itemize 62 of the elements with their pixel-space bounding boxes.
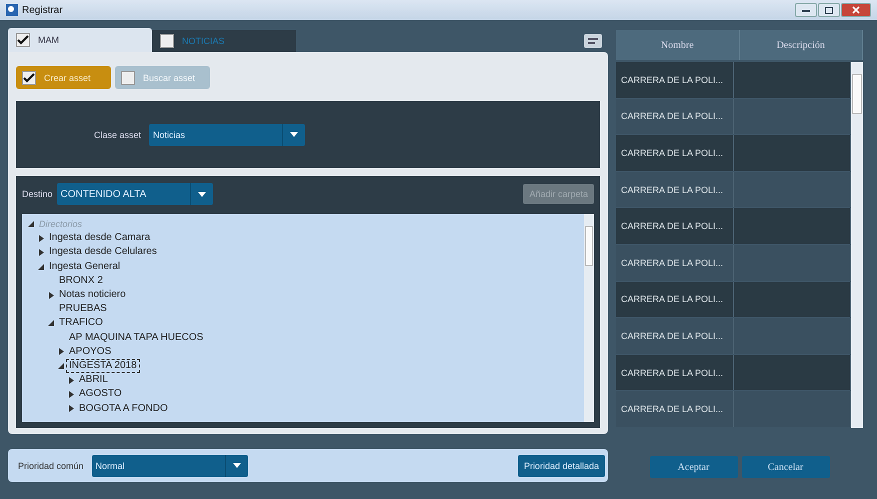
table-cell: CARRERA DE LA POLI... [616,172,734,208]
table-cell: CARRERA DE LA POLI... [616,354,734,390]
maximize-icon [825,6,833,14]
table-cell: CARRERA DE LA POLI... [616,282,734,318]
expand-arrow-icon[interactable] [58,348,64,356]
column-header[interactable]: Descripción [740,30,863,60]
expand-arrow-icon[interactable] [38,248,44,256]
check-icon [23,72,35,82]
app-icon [6,4,18,16]
dropdown-arrow-icon [232,463,241,468]
panel-toggle-icon[interactable] [584,34,602,48]
tree-item[interactable]: ABRIL [76,373,111,388]
expand-arrow-icon[interactable] [48,292,54,299]
dialog-button[interactable]: Cancelar [742,456,830,478]
maximize-button[interactable] [818,3,840,17]
tree-item[interactable]: Ingesta General [46,260,124,274]
expand-arrow-icon[interactable] [68,405,74,412]
priority-dropdown[interactable]: Normal [92,454,248,476]
tree-item[interactable]: APOYOS [66,344,114,359]
tree-item[interactable]: PRUEBAS [56,302,110,316]
dialog-button[interactable]: Aceptar [650,456,738,478]
collapse-arrow-icon[interactable] [48,320,54,326]
expand-arrow-icon[interactable] [38,234,44,242]
scrollbar[interactable] [851,62,863,428]
detailed-priority-button[interactable]: Prioridad detallada [518,454,605,476]
dropdown-arrow-icon [290,132,298,137]
table-cell: CARRERA DE LA POLI... [616,62,734,98]
minimize-icon [802,8,810,12]
check-icon [17,35,29,45]
expand-arrow-icon[interactable] [68,376,74,384]
table-cell: CARRERA DE LA POLI... [616,208,734,244]
priority-label: Prioridad común [18,460,84,470]
table-cell: CARRERA DE LA POLI... [616,98,734,134]
close-button[interactable] [841,3,871,17]
tree-item[interactable]: INGESTA 2018 [66,358,140,373]
close-icon [852,6,860,14]
tree-item[interactable]: BRONX 2 [56,274,106,288]
table-cell: CARRERA DE LA POLI... [616,391,734,427]
collapse-arrow-icon[interactable] [28,221,34,228]
asset-class-label: Clase asset [94,130,142,140]
tree-item[interactable]: Ingesta desde Celulares [46,245,160,260]
tree-item[interactable]: Ingesta desde Camara [46,231,154,246]
scrollbar[interactable] [584,214,594,422]
table-cell: CARRERA DE LA POLI... [616,318,734,354]
column-header[interactable]: Nombre [616,30,740,60]
destination-label: Destino [22,189,53,199]
minimize-button[interactable] [795,3,817,17]
tab[interactable]: MAM [8,28,152,52]
tree-item[interactable]: AP MAQUINA TAPA HUECOS [66,330,206,345]
table-cell: CARRERA DE LA POLI... [616,135,734,171]
window-title: Registrar [22,4,63,16]
tree-item[interactable]: Notas noticiero [56,288,129,302]
expand-arrow-icon[interactable] [68,390,74,398]
destination-dropdown[interactable]: CONTENIDO ALTA [56,183,213,205]
asset-class-dropdown[interactable]: Noticias [149,124,306,146]
collapse-arrow-icon[interactable] [38,264,44,270]
collapse-arrow-icon[interactable] [58,362,64,369]
table-cell: CARRERA DE LA POLI... [616,244,734,281]
dropdown-arrow-icon [198,192,206,196]
tree-item[interactable]: AGOSTO [76,387,125,402]
tree-item[interactable]: BOGOTA A FONDO [76,402,171,416]
tree-item[interactable]: TRAFICO [56,316,106,330]
